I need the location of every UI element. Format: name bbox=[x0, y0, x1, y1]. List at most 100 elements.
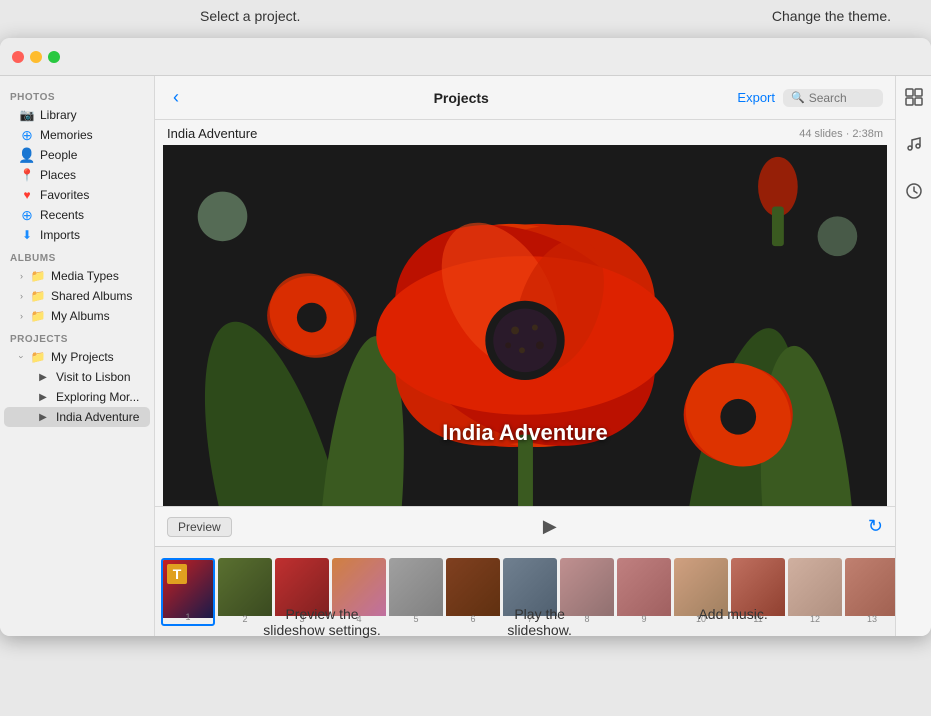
imports-label: Imports bbox=[40, 228, 80, 242]
thumb-6[interactable]: 6 bbox=[446, 558, 500, 626]
sidebar-item-exploring-mor[interactable]: ▶ Exploring Mor... bbox=[4, 387, 150, 407]
thumb-11[interactable]: 11 bbox=[731, 558, 785, 626]
thumb-num-5: 5 bbox=[413, 614, 418, 624]
photos-section-label: Photos bbox=[0, 84, 154, 105]
main-image-area: India Adventure bbox=[163, 145, 887, 506]
sidebar-item-visit-to-lisbon[interactable]: ▶ Visit to Lisbon bbox=[4, 367, 150, 387]
thumb-9[interactable]: 9 bbox=[617, 558, 671, 626]
exploring-label: Exploring Mor... bbox=[56, 390, 139, 404]
imports-icon: ⬇ bbox=[20, 228, 34, 242]
sidebar-item-imports[interactable]: ⬇ Imports bbox=[4, 225, 150, 245]
minimize-button[interactable] bbox=[30, 51, 42, 63]
thumb-5[interactable]: 5 bbox=[389, 558, 443, 626]
toolbar-title: Projects bbox=[193, 90, 729, 106]
my-albums-arrow: › bbox=[20, 311, 23, 321]
favorites-label: Favorites bbox=[40, 188, 89, 202]
sidebar-item-india-adventure[interactable]: ▶ India Adventure bbox=[4, 407, 150, 427]
sidebar: Photos 📷 Library ⊕ Memories 👤 People 📍 P… bbox=[0, 76, 155, 636]
thumb-7[interactable]: 7 bbox=[503, 558, 557, 626]
thumb-num-6: 6 bbox=[470, 614, 475, 624]
places-icon: 📍 bbox=[20, 168, 34, 182]
main-content: Photos 📷 Library ⊕ Memories 👤 People 📍 P… bbox=[0, 76, 931, 636]
thumb-8[interactable]: 8 bbox=[560, 558, 614, 626]
thumb-num-4: 4 bbox=[356, 614, 361, 624]
thumb-num-13: 13 bbox=[867, 614, 877, 624]
places-label: Places bbox=[40, 168, 76, 182]
my-albums-label: My Albums bbox=[51, 309, 110, 323]
my-projects-label: My Projects bbox=[51, 350, 114, 364]
shared-albums-arrow: › bbox=[20, 291, 23, 301]
thumb-num-10: 10 bbox=[696, 614, 706, 624]
theme-icon[interactable] bbox=[901, 84, 927, 115]
music-icon[interactable] bbox=[901, 131, 927, 162]
people-label: People bbox=[40, 148, 77, 162]
thumb-2[interactable]: 2 bbox=[218, 558, 272, 626]
sidebar-item-favorites[interactable]: ♥ Favorites bbox=[4, 185, 150, 205]
my-projects-icon: 📁 bbox=[31, 350, 45, 364]
shuffle-button[interactable]: ↻ bbox=[868, 516, 883, 537]
thumb-num-7: 7 bbox=[527, 614, 532, 624]
search-box[interactable]: 🔍 bbox=[783, 89, 883, 107]
thumb-num-8: 8 bbox=[584, 614, 589, 624]
image-title-overlay: India Adventure bbox=[442, 420, 607, 446]
library-label: Library bbox=[40, 108, 77, 122]
sidebar-item-media-types[interactable]: › 📁 Media Types bbox=[4, 266, 150, 286]
recents-icon: ⊕ bbox=[20, 208, 34, 222]
thumb-num-9: 9 bbox=[641, 614, 646, 624]
shared-albums-label: Shared Albums bbox=[51, 289, 132, 303]
search-icon: 🔍 bbox=[791, 91, 805, 104]
media-types-arrow: › bbox=[20, 271, 23, 281]
thumbnail-strip: T 1 2 3 4 bbox=[155, 546, 895, 636]
thumb-num-3: 3 bbox=[299, 614, 304, 624]
project-header: India Adventure 44 slides · 2:38m bbox=[155, 120, 895, 145]
project-title: India Adventure bbox=[167, 126, 257, 141]
close-button[interactable] bbox=[12, 51, 24, 63]
right-panel: ‹ Projects Export 🔍 India Adventure 44 s… bbox=[155, 76, 895, 636]
recents-label: Recents bbox=[40, 208, 84, 222]
sidebar-item-people[interactable]: 👤 People bbox=[4, 145, 150, 165]
people-icon: 👤 bbox=[20, 148, 34, 162]
sidebar-item-memories[interactable]: ⊕ Memories bbox=[4, 125, 150, 145]
sidebar-item-library[interactable]: 📷 Library bbox=[4, 105, 150, 125]
favorites-icon: ♥ bbox=[20, 188, 34, 202]
thumb-13[interactable]: 13 bbox=[845, 558, 895, 626]
traffic-lights bbox=[12, 51, 60, 63]
my-albums-icon: 📁 bbox=[31, 309, 45, 323]
maximize-button[interactable] bbox=[48, 51, 60, 63]
thumb-3[interactable]: 3 bbox=[275, 558, 329, 626]
preview-button[interactable]: Preview bbox=[167, 517, 232, 537]
my-projects-arrow: › bbox=[17, 356, 27, 359]
sidebar-item-recents[interactable]: ⊕ Recents bbox=[4, 205, 150, 225]
sidebar-item-my-albums[interactable]: › 📁 My Albums bbox=[4, 306, 150, 326]
controls-bar: Preview ▶ ↻ bbox=[155, 506, 895, 546]
back-button[interactable]: ‹ bbox=[167, 85, 185, 110]
memories-label: Memories bbox=[40, 128, 93, 142]
shared-albums-icon: 📁 bbox=[31, 289, 45, 303]
right-sidebar bbox=[895, 76, 931, 636]
sidebar-item-places[interactable]: 📍 Places bbox=[4, 165, 150, 185]
thumb-10[interactable]: 10 bbox=[674, 558, 728, 626]
duration-icon[interactable] bbox=[901, 178, 927, 209]
thumb-num-12: 12 bbox=[810, 614, 820, 624]
export-button[interactable]: Export bbox=[737, 90, 775, 105]
exploring-icon: ▶ bbox=[36, 390, 50, 404]
library-icon: 📷 bbox=[20, 108, 34, 122]
thumb-num-1: 1 bbox=[185, 612, 190, 622]
visit-lisbon-label: Visit to Lisbon bbox=[56, 370, 131, 384]
search-input[interactable] bbox=[809, 91, 879, 105]
play-button[interactable]: ▶ bbox=[543, 516, 557, 537]
project-meta: 44 slides · 2:38m bbox=[799, 128, 883, 140]
india-adventure-icon: ▶ bbox=[36, 410, 50, 424]
albums-section-label: Albums bbox=[0, 245, 154, 266]
thumb-1[interactable]: T 1 bbox=[161, 558, 215, 626]
india-adventure-label: India Adventure bbox=[56, 410, 139, 424]
sidebar-item-my-projects[interactable]: › 📁 My Projects bbox=[4, 347, 150, 367]
media-types-icon: 📁 bbox=[31, 269, 45, 283]
thumb-12[interactable]: 12 bbox=[788, 558, 842, 626]
thumb-4[interactable]: 4 bbox=[332, 558, 386, 626]
visit-lisbon-icon: ▶ bbox=[36, 370, 50, 384]
memories-icon: ⊕ bbox=[20, 128, 34, 142]
thumb-num-11: 11 bbox=[753, 614, 762, 624]
projects-section-label: Projects bbox=[0, 326, 154, 347]
sidebar-item-shared-albums[interactable]: › 📁 Shared Albums bbox=[4, 286, 150, 306]
